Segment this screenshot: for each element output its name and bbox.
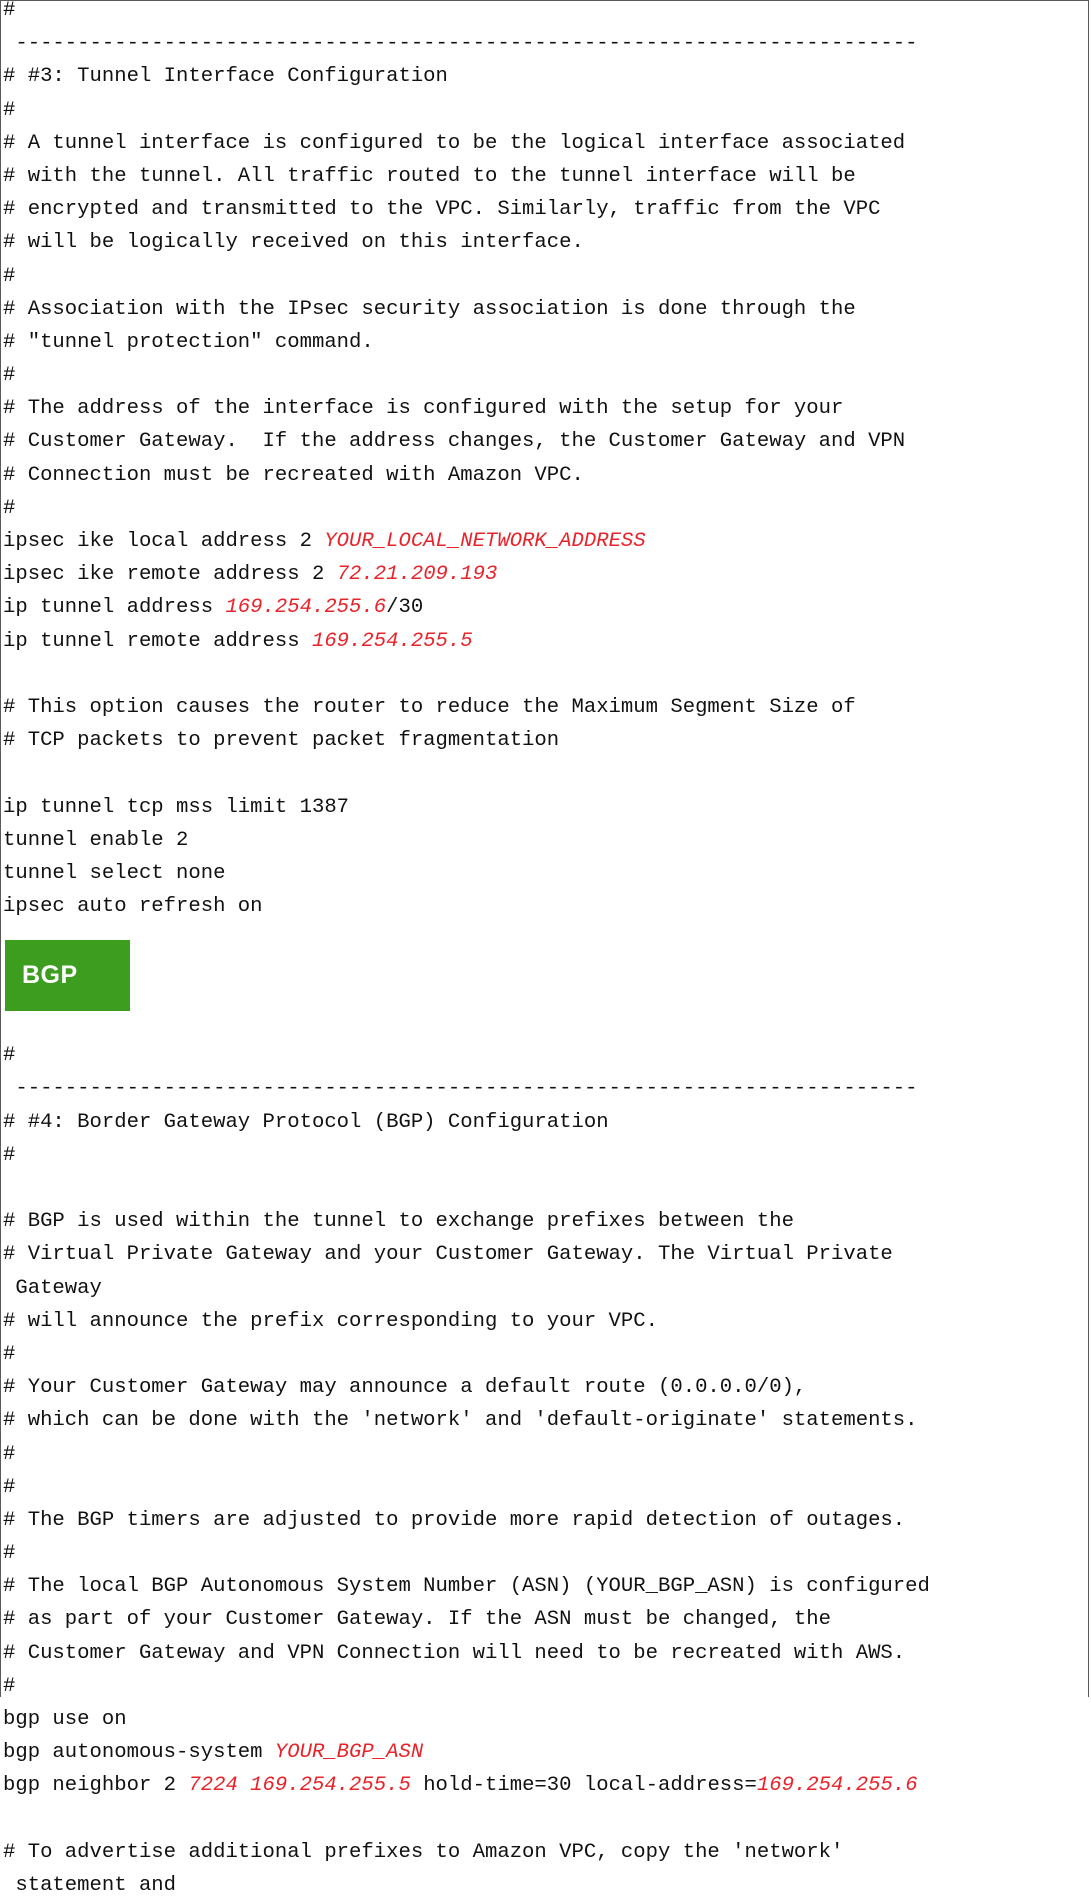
comment-line: # will be logically received on this int… — [3, 231, 584, 255]
tunnel-address-command: ip tunnel address 169.254.255.6/30 — [3, 591, 1083, 624]
comment-line: # A tunnel interface is configured to be… — [3, 131, 906, 155]
ip-value: 72.21.209.193 — [336, 563, 498, 587]
command-text: hold-time=30 local-address= — [410, 1774, 757, 1798]
comment-line: # — [3, 1044, 16, 1068]
command-text: ipsec ike remote address 2 — [3, 563, 337, 587]
comment-line: # Customer Gateway and VPN Connection wi… — [3, 1641, 906, 1665]
comment-line: # "tunnel protection" command. — [3, 330, 374, 354]
bgp-use-command: bgp use on — [3, 1708, 127, 1731]
command-text: ip tunnel address — [3, 596, 226, 620]
comment-line: # as part of your Customer Gateway. If t… — [3, 1608, 832, 1632]
auto-refresh-command: ipsec auto refresh on — [3, 895, 263, 919]
placeholder-value: YOUR_BGP_ASN — [274, 1741, 424, 1765]
command-text: /30 — [386, 596, 424, 620]
config-document: # --------------------------------------… — [3, 0, 1083, 1902]
comment-line: # — [3, 0, 16, 22]
ike-local-command: ipsec ike local address 2 YOUR_LOCAL_NET… — [3, 525, 1083, 558]
separator-line: ----------------------------------------… — [3, 32, 918, 56]
comment-line: # which can be done with the 'network' a… — [3, 1409, 918, 1433]
command-text: bgp neighbor 2 — [3, 1774, 189, 1798]
comment-line: # The local BGP Autonomous System Number… — [3, 1575, 930, 1599]
comment-line: # — [3, 1342, 16, 1366]
command-text: ip tunnel remote address — [3, 629, 312, 653]
ip-value: 169.254.255.6 — [756, 1774, 918, 1798]
section-heading: # #3: Tunnel Interface Configuration — [3, 65, 448, 89]
comment-line: # — [3, 1143, 16, 1167]
comment-line: # Association with the IPsec security as… — [3, 297, 856, 321]
tunnel-enable-command: tunnel enable 2 — [3, 828, 189, 852]
comment-line: # Your Customer Gateway may announce a d… — [3, 1376, 807, 1400]
comment-line: # The BGP timers are adjusted to provide… — [3, 1508, 906, 1532]
comment-line: # — [3, 364, 16, 388]
comment-line: Gateway — [3, 1276, 102, 1300]
comment-line: # encrypted and transmitted to the VPC. … — [3, 198, 881, 222]
placeholder-value: YOUR_LOCAL_NETWORK_ADDRESS — [324, 530, 646, 553]
comment-line: # — [3, 496, 16, 520]
comment-line: # — [3, 1674, 16, 1698]
comment-line: # Virtual Private Gateway and your Custo… — [3, 1243, 893, 1267]
section-heading: # #4: Border Gateway Protocol (BGP) Conf… — [3, 1110, 609, 1134]
comment-line: # — [3, 264, 16, 288]
comment-line: # To advertise additional prefixes to Am… — [3, 1840, 844, 1864]
ip-value: 169.254.255.6 — [225, 596, 387, 620]
comment-line: # will announce the prefix corresponding… — [3, 1309, 658, 1333]
command-text — [238, 1774, 250, 1797]
comment-line: # — [3, 98, 16, 122]
bgp-neighbor-command: bgp neighbor 2 7224 169.254.255.5 hold-t… — [3, 1769, 1083, 1802]
asn-value: 7224 — [188, 1774, 238, 1798]
comment-line: # — [3, 1442, 16, 1466]
tunnel-select-command: tunnel select none — [3, 861, 226, 885]
mss-command: ip tunnel tcp mss limit 1387 — [3, 795, 350, 819]
comment-line: # Connection must be recreated with Amaz… — [3, 463, 584, 487]
comment-line: # Customer Gateway. If the address chang… — [3, 430, 906, 454]
comment-line: # The address of the interface is config… — [3, 397, 844, 421]
comment-line: # This option causes the router to reduc… — [3, 695, 856, 719]
bgp-badge-row: BGP — [3, 923, 1083, 1039]
separator-line: ----------------------------------------… — [3, 1077, 918, 1101]
command-text: bgp autonomous-system — [3, 1741, 275, 1765]
ip-value: 169.254.255.5 — [250, 1774, 411, 1798]
bgp-asn-command: bgp autonomous-system YOUR_BGP_ASN — [3, 1736, 1083, 1769]
comment-line: # BGP is used within the tunnel to excha… — [3, 1210, 794, 1234]
comment-line: # — [3, 1542, 16, 1566]
ike-remote-command: ipsec ike remote address 2 72.21.209.193 — [3, 558, 1083, 591]
comment-line: # TCP packets to prevent packet fragment… — [3, 729, 560, 753]
command-text: ipsec ike local address 2 — [3, 530, 325, 553]
tunnel-remote-command: ip tunnel remote address 169.254.255.5 — [3, 625, 1083, 658]
bgp-badge: BGP — [5, 940, 130, 1012]
comment-line: statement and — [3, 1873, 177, 1897]
ip-value: 169.254.255.5 — [311, 629, 473, 653]
comment-line: # with the tunnel. All traffic routed to… — [3, 164, 856, 188]
comment-line: # — [3, 1475, 16, 1499]
